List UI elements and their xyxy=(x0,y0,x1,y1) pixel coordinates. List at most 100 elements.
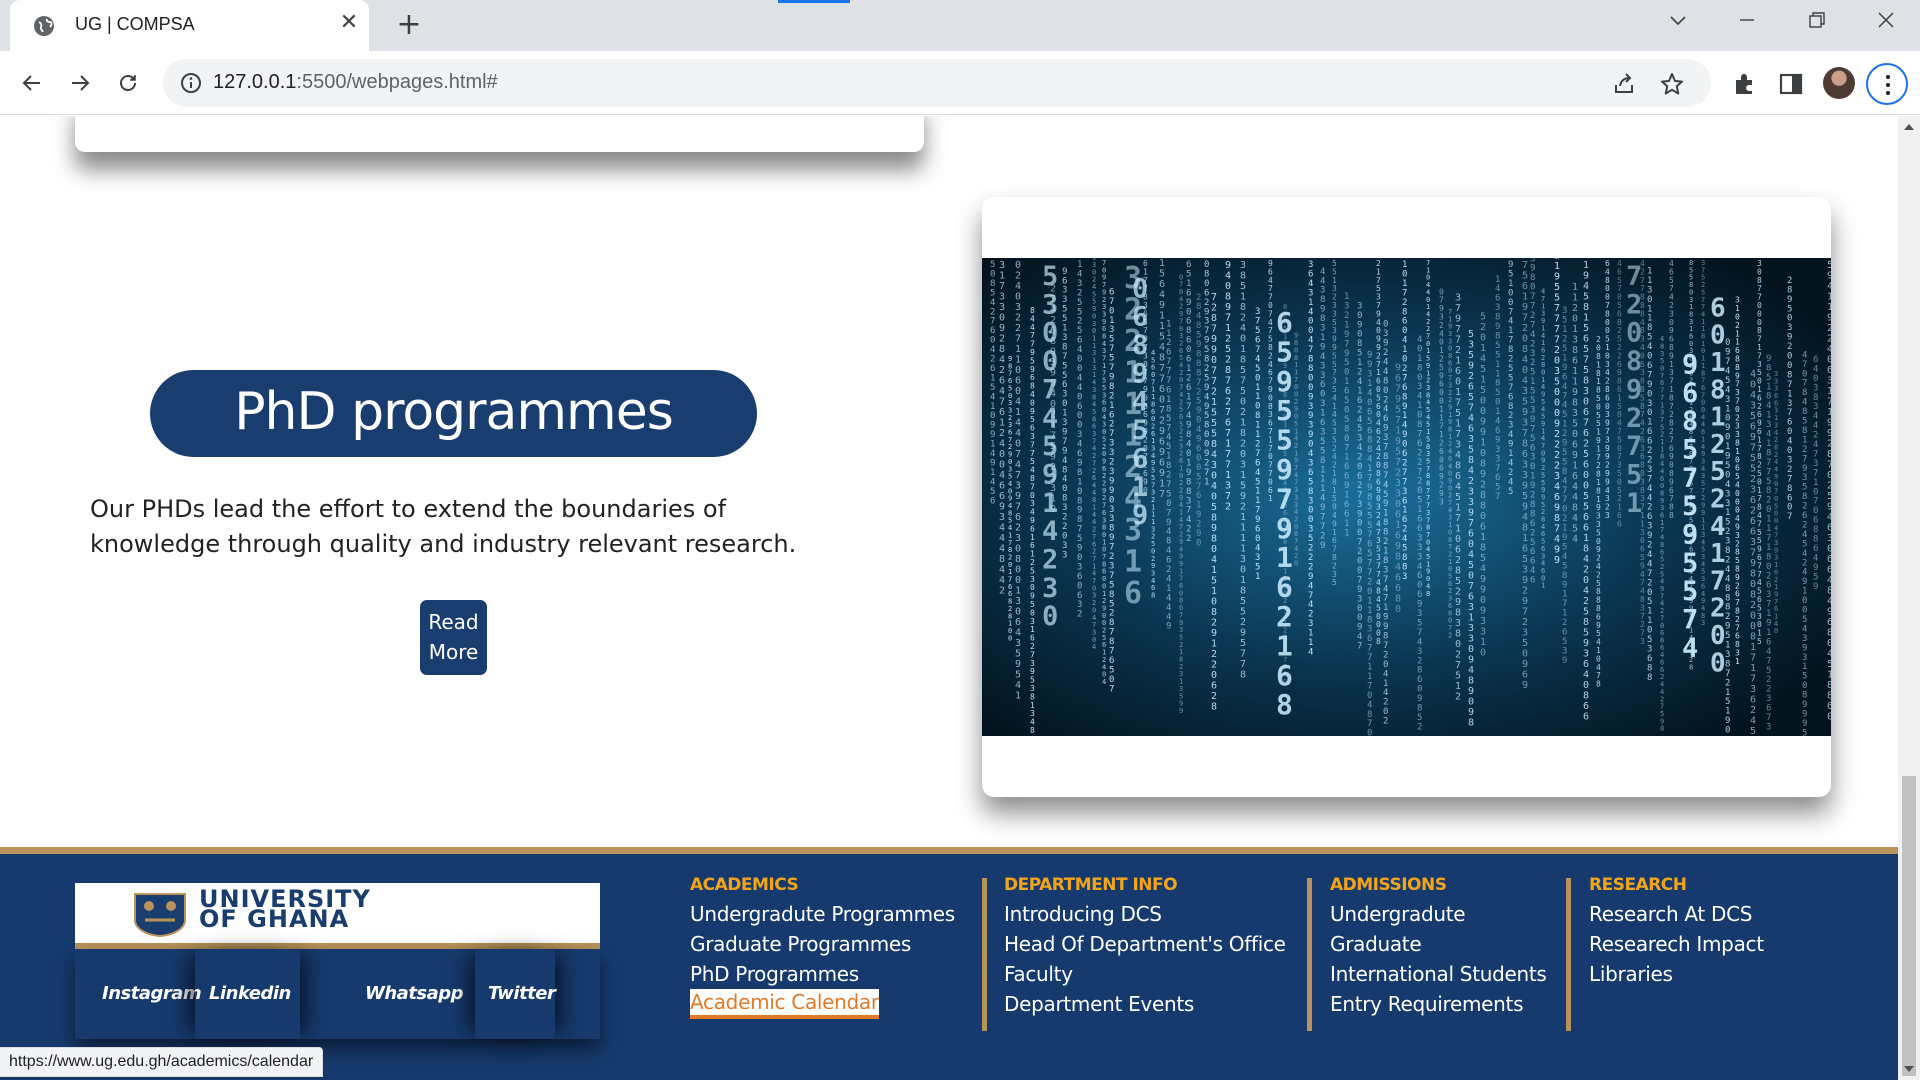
svg-text:7: 7 xyxy=(1109,684,1114,694)
footer-link[interactable]: Faculty xyxy=(1004,959,1286,989)
scroll-down-arrow[interactable] xyxy=(1904,1066,1914,1072)
svg-text:5: 5 xyxy=(1480,364,1486,375)
svg-text:3: 3 xyxy=(1395,488,1401,499)
page-scrollbar[interactable] xyxy=(1898,116,1920,1080)
svg-text:5: 5 xyxy=(1332,578,1337,587)
svg-text:0: 0 xyxy=(1480,648,1486,659)
kebab-menu-icon[interactable] xyxy=(1866,63,1908,105)
svg-text:7: 7 xyxy=(1211,292,1217,303)
svg-text:6: 6 xyxy=(1827,617,1831,628)
svg-text:3: 3 xyxy=(1468,340,1474,351)
svg-text:1: 1 xyxy=(1480,637,1486,648)
column-heading: RESEARCH xyxy=(1589,875,1687,895)
svg-text:1: 1 xyxy=(1050,420,1056,431)
svg-text:8: 8 xyxy=(1455,460,1461,471)
svg-text:5: 5 xyxy=(1583,491,1589,502)
svg-text:9: 9 xyxy=(1827,418,1831,429)
svg-text:8: 8 xyxy=(1426,590,1430,598)
svg-text:0: 0 xyxy=(1015,260,1021,271)
svg-text:2: 2 xyxy=(1050,283,1056,294)
footer-link[interactable]: Researech Impact xyxy=(1589,929,1764,959)
footer-link[interactable]: Graduate xyxy=(1330,929,1547,959)
forward-arrow-icon[interactable] xyxy=(60,63,100,103)
svg-text:4: 4 xyxy=(1468,413,1474,424)
svg-text:4: 4 xyxy=(999,523,1005,534)
side-panel-icon[interactable] xyxy=(1777,70,1805,98)
svg-text:7: 7 xyxy=(1225,428,1231,439)
svg-text:9: 9 xyxy=(1225,260,1231,271)
svg-text:9: 9 xyxy=(1522,407,1528,418)
svg-text:7: 7 xyxy=(1015,449,1021,460)
svg-text:1: 1 xyxy=(1240,544,1246,555)
back-arrow-icon[interactable] xyxy=(12,63,52,103)
reload-icon[interactable] xyxy=(108,63,148,103)
svg-text:5: 5 xyxy=(1455,408,1461,419)
info-icon[interactable] xyxy=(179,71,203,95)
svg-text:2: 2 xyxy=(1522,323,1528,334)
footer-link[interactable]: Libraries xyxy=(1589,959,1764,989)
svg-text:9: 9 xyxy=(1240,628,1246,639)
svg-text:1: 1 xyxy=(1827,670,1831,681)
svg-text:2: 2 xyxy=(1240,617,1246,628)
footer-link[interactable]: Introducing DCS xyxy=(1004,899,1286,929)
svg-text:2: 2 xyxy=(1480,480,1486,491)
share-icon[interactable] xyxy=(1611,71,1637,97)
scroll-up-arrow[interactable] xyxy=(1904,124,1914,130)
svg-text:1: 1 xyxy=(1015,407,1021,418)
svg-text:9: 9 xyxy=(1522,575,1528,586)
minimize-icon[interactable] xyxy=(1727,6,1767,40)
star-icon[interactable] xyxy=(1659,71,1685,97)
svg-text:7: 7 xyxy=(1225,460,1231,471)
svg-text:7: 7 xyxy=(1468,581,1474,592)
previous-card-bottom xyxy=(75,116,924,152)
browser-tab[interactable]: UG | COMPSA ✕ xyxy=(10,0,369,51)
svg-text:6: 6 xyxy=(1827,554,1831,565)
twitter-link[interactable]: Twitter xyxy=(475,949,556,1039)
svg-text:2: 2 xyxy=(1240,439,1246,450)
window-close-icon[interactable] xyxy=(1866,6,1906,40)
plus-icon[interactable]: + xyxy=(392,8,426,42)
svg-text:3: 3 xyxy=(1750,485,1756,496)
footer-link[interactable]: Entry Requirements xyxy=(1330,989,1547,1019)
svg-text:8: 8 xyxy=(1225,365,1231,376)
footer-link[interactable]: Undergradute xyxy=(1330,899,1547,929)
footer-link[interactable]: Department Events xyxy=(1004,989,1286,1019)
scrollbar-thumb[interactable] xyxy=(1902,776,1916,1076)
svg-text:8: 8 xyxy=(1395,551,1401,562)
read-more-button[interactable]: Read More xyxy=(420,600,487,675)
close-icon[interactable]: ✕ xyxy=(336,10,362,36)
svg-text:1: 1 xyxy=(1225,439,1231,450)
svg-text:6: 6 xyxy=(1572,439,1578,450)
tab-title: UG | COMPSA xyxy=(75,14,195,34)
svg-text:9: 9 xyxy=(1455,313,1461,324)
restore-icon[interactable] xyxy=(1797,6,1837,40)
footer-link[interactable]: PhD Programmes xyxy=(690,959,955,989)
profile-avatar[interactable] xyxy=(1823,67,1855,99)
svg-text:8: 8 xyxy=(1522,439,1528,450)
svg-text:3: 3 xyxy=(1062,550,1067,560)
instagram-link[interactable]: Instagram xyxy=(102,949,202,1039)
svg-text:8: 8 xyxy=(1480,490,1486,501)
svg-text:2: 2 xyxy=(1554,450,1560,461)
footer-link[interactable]: Research At DCS xyxy=(1589,899,1764,929)
url-text[interactable]: 127.0.0.1:5500/webpages.html# xyxy=(213,71,498,94)
footer-link[interactable]: International Students xyxy=(1330,959,1547,989)
svg-text:3: 3 xyxy=(1042,573,1058,604)
svg-text:2: 2 xyxy=(1554,439,1560,450)
svg-text:3: 3 xyxy=(999,512,1005,523)
university-logo[interactable]: UNIVERSITY OF GHANA xyxy=(75,883,600,949)
extensions-icon[interactable] xyxy=(1730,70,1758,98)
svg-text:6: 6 xyxy=(1750,695,1756,706)
address-bar[interactable]: 127.0.0.1:5500/webpages.html# xyxy=(163,59,1711,107)
footer-link[interactable]: Graduate Programmes xyxy=(690,929,955,959)
footer-link-active[interactable]: Academic Calendar xyxy=(690,989,879,1019)
chevron-down-icon[interactable] xyxy=(1658,6,1698,40)
linkedin-link[interactable]: Linkedin xyxy=(195,949,300,1039)
svg-text:2: 2 xyxy=(1455,691,1461,702)
footer-link[interactable]: Undergradute Programmes xyxy=(690,899,955,929)
whatsapp-link[interactable]: Whatsapp xyxy=(365,949,464,1039)
footer-link[interactable]: Head Of Department's Office xyxy=(1004,929,1286,959)
svg-text:4: 4 xyxy=(999,386,1005,397)
svg-text:5: 5 xyxy=(1211,576,1217,587)
svg-text:6: 6 xyxy=(1159,437,1165,448)
